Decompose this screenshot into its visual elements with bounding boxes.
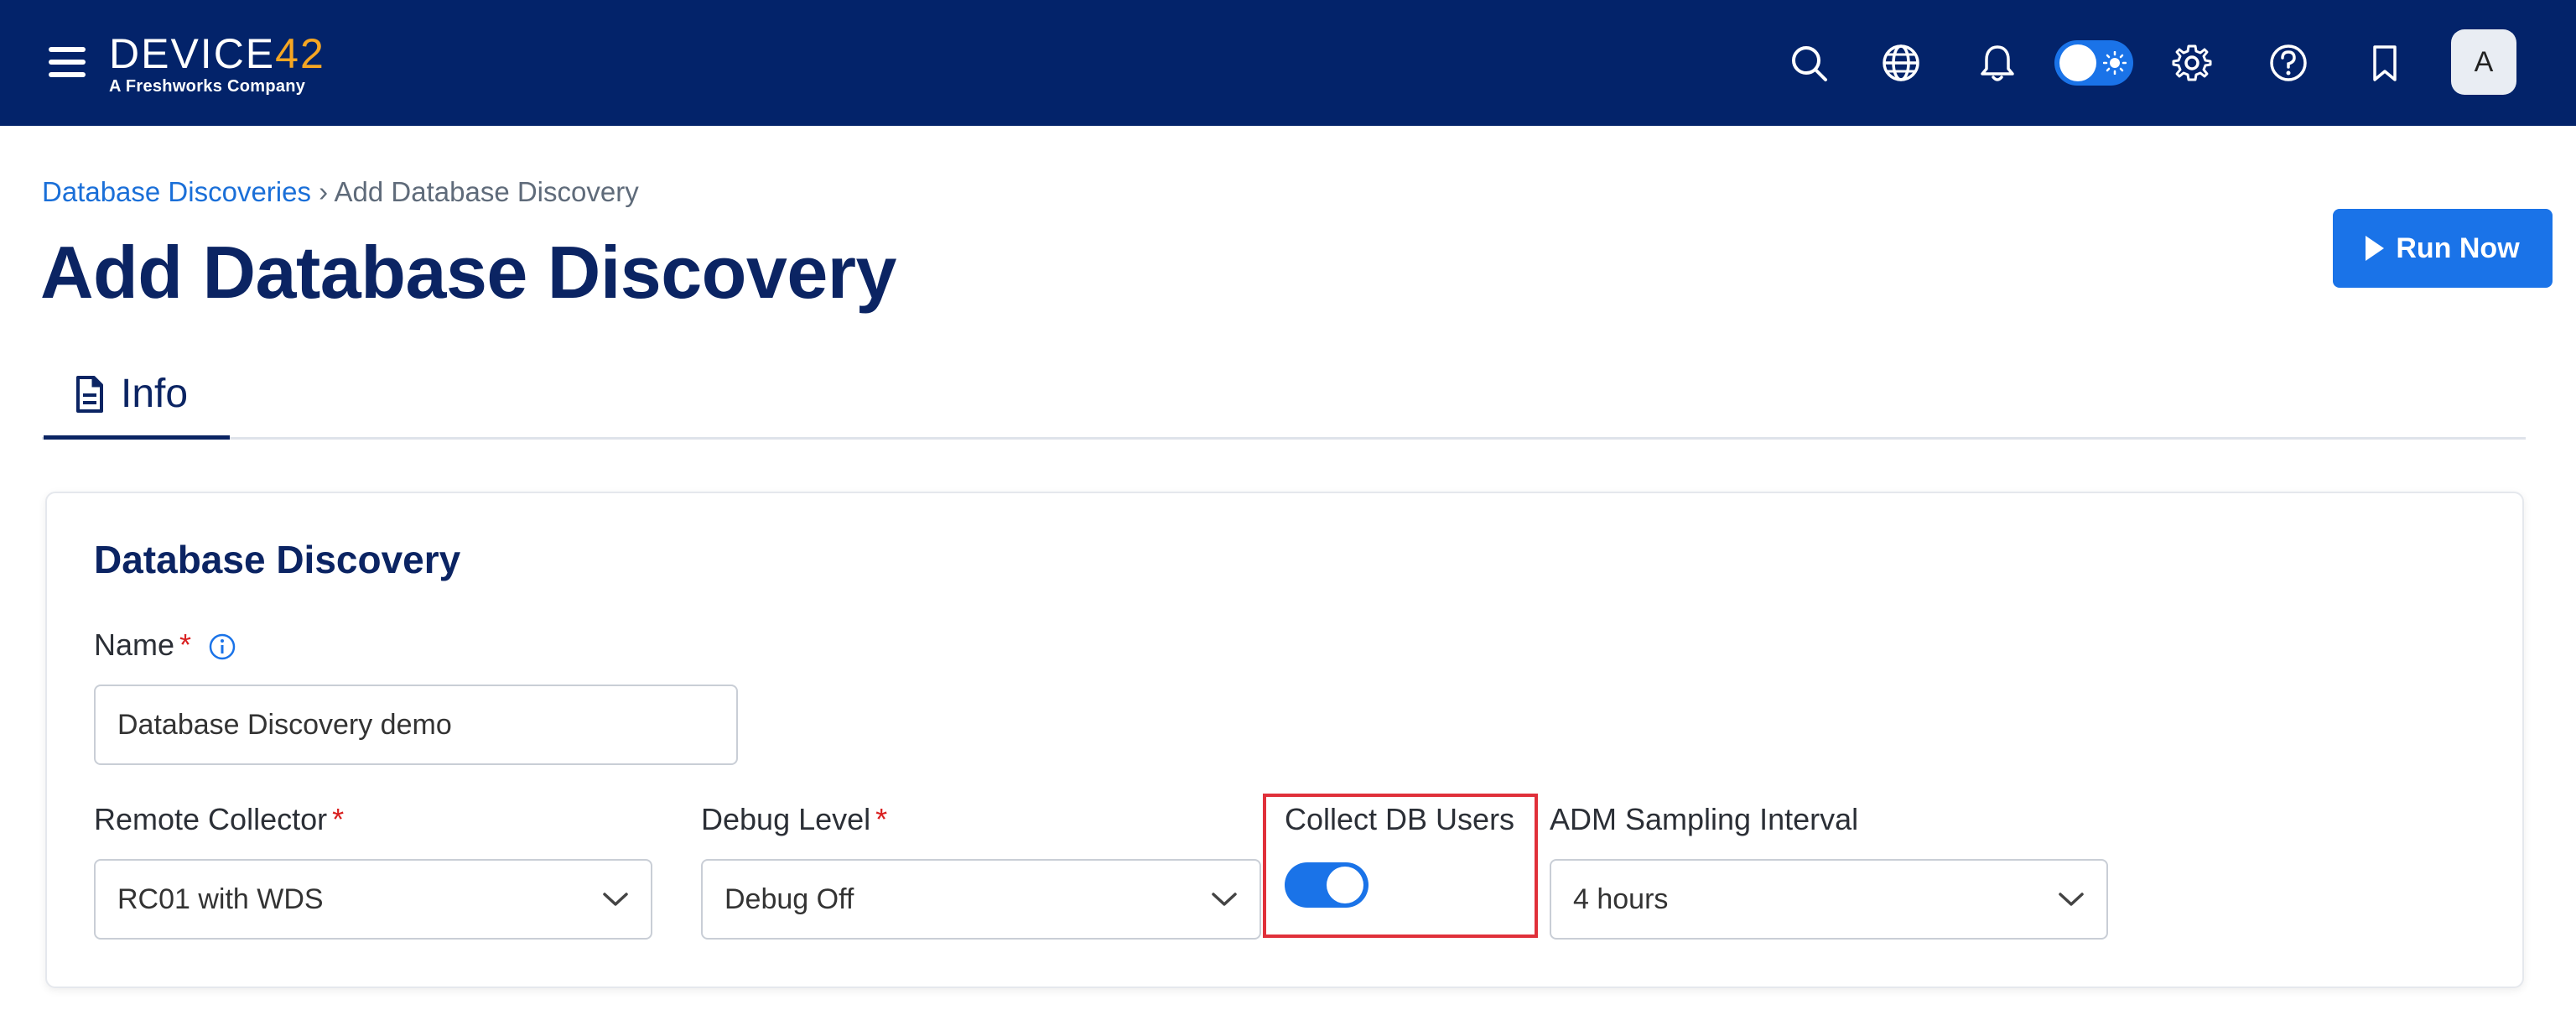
bell-icon[interactable] [1975,40,2020,86]
top-navigation-bar: DEVICE42 A Freshworks Company A [0,0,2576,126]
adm-sampling-interval-select[interactable]: 4 hours [1550,859,2108,940]
help-icon[interactable] [2266,40,2311,86]
chevron-down-icon [1212,893,1237,906]
collect-db-users-label: Collect DB Users [1285,802,1515,836]
chevron-down-icon [603,893,628,906]
logo-number: 42 [275,30,325,77]
menu-icon[interactable] [49,45,86,79]
name-label-text: Name [94,627,175,662]
required-mark: * [179,627,192,662]
tab-info-label: Info [121,372,189,416]
tab-bar: Info [42,352,2526,440]
document-icon [76,375,103,413]
debug-level-select[interactable]: Debug Off [701,859,1261,940]
logo-text: DEVICE [109,30,276,77]
remote-collector-label: Remote Collector * [94,802,344,837]
play-icon [2366,236,2385,261]
name-label: Name * [94,627,236,663]
gear-icon[interactable] [2169,40,2215,86]
toggle-knob [1327,867,1363,903]
breadcrumb-current: Add Database Discovery [334,176,639,207]
theme-toggle-knob [2059,44,2096,81]
adm-sampling-interval-label: ADM Sampling Interval [1550,802,1859,836]
collect-db-users-toggle[interactable] [1285,862,1368,908]
search-icon[interactable] [1786,40,1831,86]
remote-collector-label-text: Remote Collector [94,802,328,836]
logo-tagline: A Freshworks Company [109,77,306,96]
debug-level-value: Debug Off [724,882,854,915]
globe-icon[interactable] [1878,40,1924,86]
breadcrumb-separator: › [319,176,329,207]
section-title: Database Discovery [94,538,461,581]
required-mark: * [875,802,888,836]
user-avatar[interactable]: A [2451,29,2516,95]
tab-info[interactable]: Info [44,352,230,440]
remote-collector-select[interactable]: RC01 with WDS [94,859,652,940]
adm-sampling-interval-value: 4 hours [1573,882,1669,915]
name-input[interactable]: Database Discovery demo [94,685,738,765]
required-mark: * [332,802,345,836]
theme-toggle[interactable] [2054,40,2133,86]
breadcrumb: Database Discoveries › Add Database Disc… [42,176,639,208]
debug-level-label-text: Debug Level [701,802,871,836]
bookmark-icon[interactable] [2362,40,2407,86]
chevron-down-icon [2059,893,2084,906]
debug-level-label: Debug Level * [701,802,887,837]
sun-icon [2103,51,2127,75]
device42-logo[interactable]: DEVICE42 A Freshworks Company [109,32,325,96]
run-now-label: Run Now [2396,232,2520,264]
page-title: Add Database Discovery [40,231,896,314]
remote-collector-value: RC01 with WDS [117,882,324,915]
info-icon[interactable] [208,633,236,661]
run-now-button[interactable]: Run Now [2333,209,2553,288]
breadcrumb-link-database-discoveries[interactable]: Database Discoveries [42,176,311,207]
